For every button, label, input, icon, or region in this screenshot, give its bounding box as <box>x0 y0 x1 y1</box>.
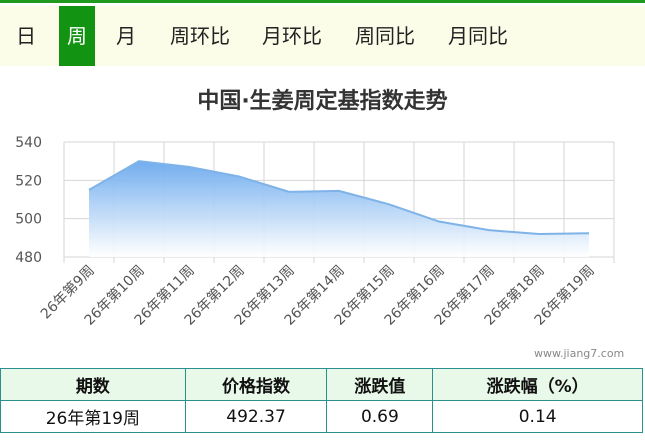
y-tick-label: 540 <box>15 135 42 151</box>
cell-change-value: 0.69 <box>326 400 434 433</box>
tab-week[interactable]: 周 <box>59 6 95 66</box>
tab-day[interactable]: 日 <box>0 6 52 66</box>
y-tick-label: 500 <box>15 212 42 228</box>
chart-title: 中国·生姜周定基指数走势 <box>197 89 448 114</box>
tab-month[interactable]: 月 <box>100 6 152 66</box>
table-header-row: 期数 价格指数 涨跌值 涨跌幅（%） <box>0 368 643 401</box>
tab-week-year-over-year[interactable]: 周同比 <box>345 6 425 66</box>
tab-month-over-month[interactable]: 月环比 <box>252 6 332 66</box>
y-tick-label: 480 <box>15 250 42 266</box>
cell-change-percent: 0.14 <box>432 400 643 433</box>
index-trend-chart: 480 500 520 540 26年第9周26年第10周26年第11周26年第12周… <box>15 135 615 329</box>
period-tab-bar: 日 周 月 周环比 月环比 周同比 月同比 <box>0 0 645 66</box>
y-tick-label: 520 <box>15 173 42 189</box>
cell-period: 26年第19周 <box>0 400 186 433</box>
cell-price-index: 492.37 <box>184 400 328 433</box>
tab-month-year-over-year[interactable]: 月同比 <box>438 6 518 66</box>
watermark: www.jiang7.com <box>534 347 625 360</box>
header-change-value: 涨跌值 <box>326 368 434 401</box>
summary-table: 期数 价格指数 涨跌值 涨跌幅（%） 26年第19周 492.37 0.69 0… <box>0 368 643 433</box>
header-period: 期数 <box>0 368 186 401</box>
header-price-index: 价格指数 <box>184 368 328 401</box>
header-change-percent: 涨跌幅（%） <box>432 368 643 401</box>
y-axis-labels: 480 500 520 540 <box>15 135 42 266</box>
tab-week-over-week[interactable]: 周环比 <box>160 6 240 66</box>
table-row: 26年第19周 492.37 0.69 0.14 <box>0 400 643 433</box>
x-axis-labels: 26年第9周26年第10周26年第11周26年第12周26年第13周26年第14… <box>37 262 598 329</box>
